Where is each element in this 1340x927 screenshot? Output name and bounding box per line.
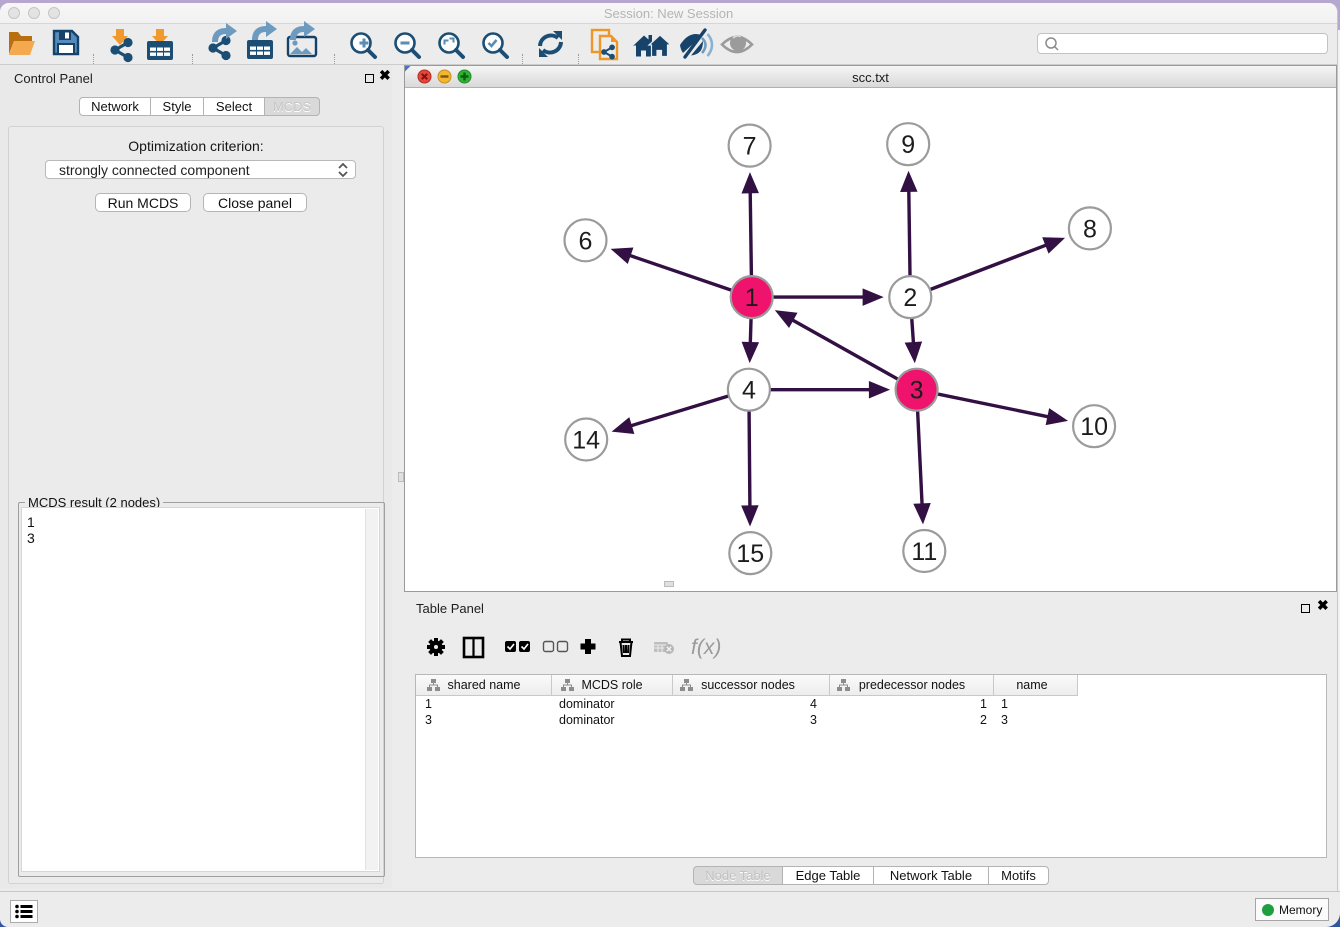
svg-text:2: 2 — [903, 284, 917, 312]
svg-text:f(x): f(x) — [691, 636, 721, 659]
svg-text:3: 3 — [1001, 713, 1008, 727]
svg-text:3: 3 — [810, 713, 817, 727]
svg-text:shared name: shared name — [448, 678, 521, 692]
svg-text:7: 7 — [743, 133, 757, 161]
svg-text:MCDS role: MCDS role — [581, 678, 642, 692]
svg-text:3: 3 — [910, 377, 924, 405]
svg-text:6: 6 — [579, 227, 593, 255]
svg-text:15: 15 — [736, 540, 764, 568]
svg-text:predecessor nodes: predecessor nodes — [859, 678, 965, 692]
svg-text:1: 1 — [1001, 697, 1008, 711]
svg-text:9: 9 — [901, 131, 915, 159]
svg-text:14: 14 — [572, 427, 600, 455]
svg-text:1: 1 — [745, 284, 759, 312]
svg-text:3: 3 — [425, 713, 432, 727]
svg-text:dominator: dominator — [559, 697, 615, 711]
svg-text:name: name — [1016, 678, 1047, 692]
svg-text:1: 1 — [425, 697, 432, 711]
svg-text:2: 2 — [980, 713, 987, 727]
svg-text:4: 4 — [742, 377, 756, 405]
svg-text:1: 1 — [980, 697, 987, 711]
svg-text:dominator: dominator — [559, 713, 615, 727]
svg-text:11: 11 — [911, 538, 937, 566]
svg-text:successor nodes: successor nodes — [701, 678, 795, 692]
svg-text:8: 8 — [1083, 215, 1097, 243]
svg-text:4: 4 — [810, 697, 817, 711]
svg-text:10: 10 — [1080, 413, 1108, 441]
